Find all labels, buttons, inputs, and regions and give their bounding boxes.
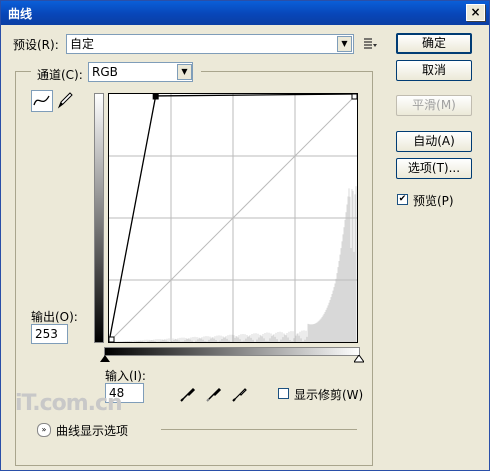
input-gradient-bar	[104, 347, 360, 356]
channel-label: 通道(C):	[37, 68, 83, 82]
show-clipping-checkbox[interactable]	[278, 388, 289, 399]
output-field[interactable]: 253	[31, 324, 68, 344]
preset-label: 预设(R):	[13, 38, 59, 52]
preset-dropdown-arrow[interactable]: ▼	[337, 36, 352, 52]
output-gradient-bar	[94, 93, 104, 343]
curve-plot[interactable]	[109, 94, 357, 342]
black-eyedropper-icon[interactable]	[179, 385, 197, 403]
close-button[interactable]: ×	[466, 4, 485, 21]
input-label: 输入(I):	[105, 369, 146, 383]
show-clipping-label: 显示修剪(W)	[294, 388, 364, 402]
curve-point-handle[interactable]	[351, 94, 357, 100]
ok-button[interactable]: 确定	[396, 33, 472, 54]
double-chevron-down-icon[interactable]: »	[37, 423, 51, 437]
channel-value: RGB	[92, 65, 118, 79]
preset-menu-icon[interactable]	[363, 37, 377, 51]
curve-icon	[33, 95, 50, 106]
options-divider	[161, 429, 357, 430]
auto-button[interactable]: 自动(A)	[396, 131, 472, 152]
output-label: 输出(O):	[31, 310, 78, 324]
curve-point-handle[interactable]	[109, 336, 115, 342]
preset-value: 自定	[70, 37, 95, 51]
pencil-tool[interactable]	[55, 90, 77, 112]
white-eyedropper-icon[interactable]	[231, 385, 249, 403]
output-value: 253	[35, 327, 58, 341]
curves-dialog: 曲线 × 预设(R): 自定 ▼ 确定 取消 平滑(M) 自动(A) 选项(T)…	[0, 0, 490, 471]
curve-graph[interactable]	[108, 93, 358, 343]
curve-point-tool[interactable]	[31, 90, 53, 112]
preview-checkbox[interactable]: ✔	[397, 194, 408, 205]
smooth-button: 平滑(M)	[396, 95, 472, 116]
curve-point-handle[interactable]	[152, 94, 159, 100]
white-point-slider[interactable]	[354, 355, 364, 363]
preview-check-mark: ✔	[398, 194, 407, 204]
curve-display-options-label: 曲线显示选项	[56, 424, 129, 438]
cancel-button[interactable]: 取消	[396, 60, 472, 81]
window-title: 曲线	[8, 7, 33, 21]
preset-select[interactable]: 自定	[66, 34, 354, 54]
pencil-icon	[57, 92, 73, 109]
gray-eyedropper-icon[interactable]	[205, 385, 223, 403]
options-button[interactable]: 选项(T)...	[396, 158, 472, 179]
channel-dropdown-arrow[interactable]: ▼	[177, 64, 192, 80]
title-bar[interactable]: 曲线 ×	[1, 1, 489, 25]
preview-label: 预览(P)	[413, 194, 454, 208]
watermark: iT.com.cn	[15, 391, 123, 416]
black-point-slider[interactable]	[100, 355, 110, 363]
